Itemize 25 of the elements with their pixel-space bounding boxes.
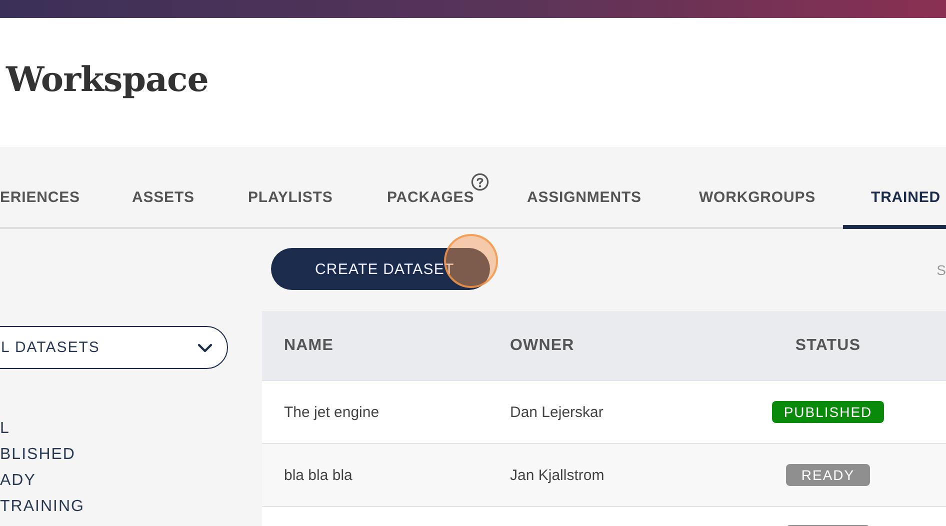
filter-item[interactable]: TRAINING [0,494,84,520]
nav-tab[interactable]: ASSIGNMENTS [527,147,642,229]
chevron-down-icon [197,342,213,352]
table-cell: The jet engine [284,404,380,420]
filter-item[interactable]: BLISHED [0,442,76,468]
nav-tab[interactable]: PACKAGES [387,147,474,229]
nav-tab[interactable]: WORKGROUPS [699,147,816,229]
table-cell: bla bla bla [284,466,352,484]
table-cell: Jan Kjallstrom [510,466,604,484]
table-cell: Dan Lejerskar [510,404,604,420]
nav-tab[interactable]: PLAYLISTS [248,147,333,229]
filter-item[interactable]: L [0,416,10,442]
page-title: Workspace [6,60,208,100]
status-badge: READY [786,464,870,486]
column-header: STATUS [794,336,862,354]
column-header: NAME [283,336,335,354]
nav-tab[interactable]: ASSETS [132,147,194,229]
help-icon[interactable] [471,173,489,191]
filter-item[interactable]: ADY [0,468,36,494]
column-header: OWNER [510,336,576,354]
status-badge: PUBLISHED [772,401,884,423]
search-hint: S [936,262,946,278]
dataset-dropdown[interactable]: L DATASETS [0,326,228,369]
nav-tab[interactable]: ERIENCES [0,147,80,229]
nav-tab[interactable]: TRAINED [843,147,946,229]
